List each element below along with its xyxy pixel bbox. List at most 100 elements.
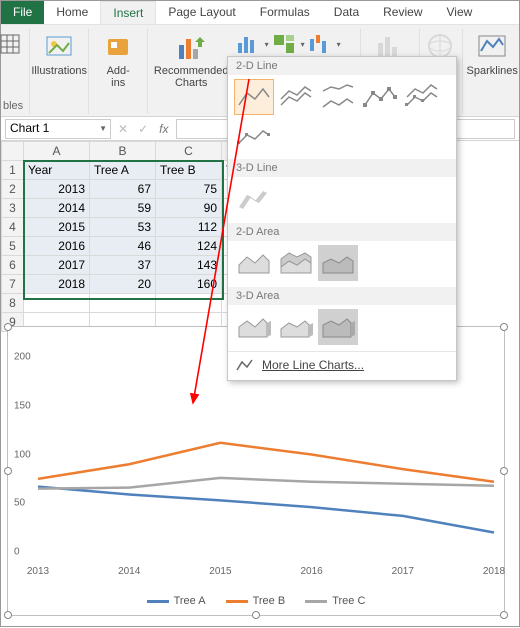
series-Tree A[interactable] bbox=[38, 487, 494, 533]
cell[interactable]: 90 bbox=[156, 199, 222, 218]
gallery-header-2d-area: 2-D Area bbox=[228, 223, 456, 241]
cancel-icon[interactable]: ✕ bbox=[115, 122, 131, 136]
cell[interactable]: 124 bbox=[156, 237, 222, 256]
gallery-stacked-line[interactable] bbox=[276, 79, 316, 115]
chart-legend[interactable]: Tree A Tree B Tree C bbox=[8, 595, 504, 607]
y-tick-label: 50 bbox=[14, 498, 25, 509]
cell[interactable]: 75 bbox=[156, 180, 222, 199]
cell[interactable]: Year bbox=[24, 161, 90, 180]
gallery-stacked-line-markers[interactable] bbox=[402, 79, 442, 115]
series-Tree B[interactable] bbox=[38, 443, 494, 482]
cell[interactable]: 143 bbox=[156, 256, 222, 275]
x-tick-label: 2014 bbox=[118, 566, 140, 577]
x-tick-label: 2017 bbox=[392, 566, 414, 577]
cell[interactable]: 59 bbox=[90, 199, 156, 218]
insert-hierarchy-chart-button[interactable]: ▾ bbox=[270, 29, 306, 59]
illustrations-icon bbox=[43, 31, 75, 63]
row-header[interactable]: 2 bbox=[2, 180, 24, 199]
cell[interactable]: 46 bbox=[90, 237, 156, 256]
gallery-3d-line[interactable] bbox=[234, 181, 274, 217]
y-tick-label: 200 bbox=[14, 352, 31, 363]
recommended-charts-button[interactable]: Recommended Charts bbox=[154, 29, 228, 91]
table-icon bbox=[0, 31, 29, 63]
chevron-down-icon[interactable]: ▼ bbox=[99, 124, 107, 133]
cell[interactable]: Tree B bbox=[156, 161, 222, 180]
row-header[interactable]: 1 bbox=[2, 161, 24, 180]
gallery-line-markers[interactable] bbox=[360, 79, 400, 115]
legend-item[interactable]: Tree B bbox=[226, 595, 286, 607]
gallery-header-3d-area: 3-D Area bbox=[228, 287, 456, 305]
cell[interactable]: 2014 bbox=[24, 199, 90, 218]
cell[interactable]: 2015 bbox=[24, 218, 90, 237]
y-tick-label: 0 bbox=[14, 547, 20, 558]
tab-home[interactable]: Home bbox=[44, 1, 100, 24]
row-header[interactable]: 6 bbox=[2, 256, 24, 275]
cell[interactable]: 20 bbox=[90, 275, 156, 294]
insert-column-chart-button[interactable]: ▾ bbox=[234, 29, 270, 59]
cell[interactable]: 53 bbox=[90, 218, 156, 237]
group-addins: Add- ins bbox=[89, 29, 148, 114]
tab-file[interactable]: File bbox=[1, 1, 44, 24]
y-tick-label: 150 bbox=[14, 400, 31, 411]
line-chart-icon bbox=[236, 358, 254, 372]
illustrations-button[interactable]: Illustrations bbox=[36, 29, 82, 79]
x-tick-label: 2015 bbox=[209, 566, 231, 577]
cell[interactable]: Tree A bbox=[90, 161, 156, 180]
addins-button[interactable]: Add- ins bbox=[95, 29, 141, 91]
cell[interactable]: 2018 bbox=[24, 275, 90, 294]
cell[interactable]: 2013 bbox=[24, 180, 90, 199]
tab-view[interactable]: View bbox=[435, 1, 485, 24]
gallery-3d-100stacked-area[interactable] bbox=[318, 309, 358, 345]
cell[interactable]: 2016 bbox=[24, 237, 90, 256]
col-header[interactable]: B bbox=[90, 142, 156, 161]
gallery-3d-area[interactable] bbox=[234, 309, 274, 345]
fx-icon[interactable]: fx bbox=[155, 122, 172, 136]
cell[interactable]: 37 bbox=[90, 256, 156, 275]
row-header[interactable]: 4 bbox=[2, 218, 24, 237]
cell[interactable]: 160 bbox=[156, 275, 222, 294]
gallery-header-2d-line: 2-D Line bbox=[228, 57, 456, 75]
col-header[interactable]: A bbox=[24, 142, 90, 161]
x-tick-label: 2016 bbox=[300, 566, 322, 577]
more-line-charts[interactable]: More Line Charts... bbox=[228, 351, 456, 380]
row-header[interactable]: 7 bbox=[2, 275, 24, 294]
series-Tree C[interactable] bbox=[38, 478, 494, 489]
insert-waterfall-chart-button[interactable]: ▾ bbox=[306, 29, 342, 59]
cell[interactable]: 2017 bbox=[24, 256, 90, 275]
gallery-line[interactable] bbox=[234, 79, 274, 115]
row-header[interactable]: 5 bbox=[2, 237, 24, 256]
sparklines-button[interactable]: Sparklines bbox=[469, 29, 515, 79]
legend-item[interactable]: Tree C bbox=[305, 595, 365, 607]
tables-button[interactable] bbox=[3, 29, 23, 65]
gallery-3d-stacked-area[interactable] bbox=[276, 309, 316, 345]
row-header[interactable]: 3 bbox=[2, 199, 24, 218]
name-box[interactable]: Chart 1▼ bbox=[5, 119, 111, 139]
tab-review[interactable]: Review bbox=[371, 1, 434, 24]
gallery-area[interactable] bbox=[234, 245, 274, 281]
gallery-100stacked-area[interactable] bbox=[318, 245, 358, 281]
tab-insert[interactable]: Insert bbox=[100, 1, 156, 24]
group-tables-label: bles bbox=[3, 100, 23, 114]
addins-icon bbox=[102, 31, 134, 63]
tab-formulas[interactable]: Formulas bbox=[248, 1, 322, 24]
tab-page-layout[interactable]: Page Layout bbox=[156, 1, 247, 24]
grid-table[interactable]: ABC1YearTree ATree BTree2201367753201459… bbox=[1, 141, 255, 332]
line-chart-gallery: 2-D Line 3-D Line 2-D Area 3-D Area More… bbox=[227, 56, 457, 381]
gallery-100stacked-line-markers[interactable] bbox=[234, 117, 274, 153]
cell[interactable]: 67 bbox=[90, 180, 156, 199]
ribbon-tabs: File Home Insert Page Layout Formulas Da… bbox=[1, 1, 519, 25]
col-header[interactable]: C bbox=[156, 142, 222, 161]
gallery-header-3d-line: 3-D Line bbox=[228, 159, 456, 177]
y-tick-label: 100 bbox=[14, 449, 31, 460]
recommended-charts-icon bbox=[175, 31, 207, 63]
x-tick-label: 2018 bbox=[483, 566, 505, 577]
group-tables: bles bbox=[1, 29, 30, 114]
chart-plot-area[interactable] bbox=[38, 357, 492, 560]
tab-data[interactable]: Data bbox=[322, 1, 371, 24]
cell[interactable]: 112 bbox=[156, 218, 222, 237]
gallery-stacked-area[interactable] bbox=[276, 245, 316, 281]
enter-icon[interactable]: ✓ bbox=[135, 122, 151, 136]
legend-item[interactable]: Tree A bbox=[147, 595, 206, 607]
gallery-100stacked-line[interactable] bbox=[318, 79, 358, 115]
group-illustrations: Illustrations bbox=[30, 29, 89, 114]
